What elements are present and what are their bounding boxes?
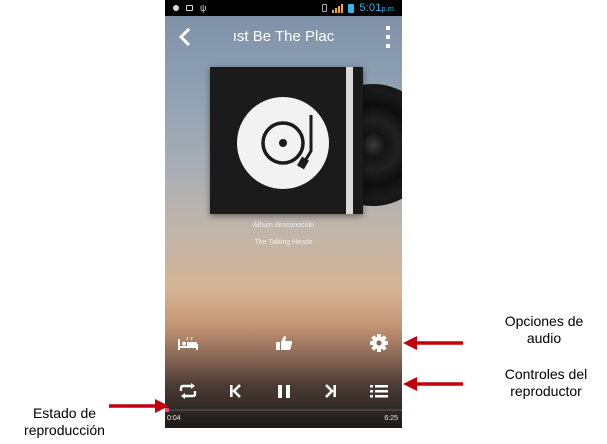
chevron-left-icon (178, 28, 190, 46)
artist-name: The Talking Heads (254, 239, 313, 246)
total-duration: 6:25 (384, 415, 398, 422)
overflow-menu-button[interactable] (384, 26, 392, 48)
status-time: 5:01p.m. (359, 2, 396, 14)
album-cover-edge (346, 67, 353, 214)
playlist-button[interactable] (366, 378, 392, 404)
usb-icon: ψ (200, 2, 207, 13)
status-bar: ψ 5:01p.m. (165, 0, 402, 16)
previous-icon (230, 384, 241, 398)
previous-button[interactable] (222, 378, 248, 404)
audio-options-annotation: Opciones de audio (504, 313, 584, 346)
repeat-icon (179, 383, 197, 399)
image-notification-icon (186, 5, 193, 11)
playback-progress-bar[interactable] (165, 408, 402, 412)
signal-icon (332, 3, 344, 13)
progress-track (165, 409, 402, 411)
sleep-timer-icon: z z (178, 336, 198, 350)
player-controls-arrow-icon (403, 377, 463, 391)
vibrate-icon (322, 4, 328, 12)
svg-text:z z: z z (186, 336, 193, 342)
audio-options-row: z z (165, 330, 402, 356)
sleep-timer-button[interactable]: z z (175, 330, 201, 356)
audio-settings-button[interactable] (366, 330, 392, 356)
phone-screen: ψ 5:01p.m. ıst Be The Plac Álbum descono… (165, 0, 402, 428)
turntable-icon (237, 97, 329, 189)
album-cover (210, 67, 363, 214)
status-system: 5:01p.m. (322, 2, 402, 14)
back-button[interactable] (173, 20, 195, 54)
player-controls-row (165, 378, 402, 404)
overflow-menu-icon (386, 26, 390, 30)
gear-icon (370, 334, 388, 352)
elapsed-time: 0:04 (167, 415, 181, 422)
status-notifications: ψ (165, 2, 207, 13)
player-controls-annotation: Controles del reproductor (504, 366, 588, 399)
player-header: ıst Be The Plac (165, 20, 402, 54)
repeat-button[interactable] (175, 378, 201, 404)
thumbs-up-icon (276, 336, 293, 350)
pause-button[interactable] (271, 378, 297, 404)
notification-dot-icon (173, 5, 179, 11)
next-icon (325, 384, 336, 398)
audio-options-arrow-icon (403, 336, 463, 350)
battery-icon (348, 3, 355, 13)
like-button[interactable] (271, 330, 297, 356)
next-button[interactable] (318, 378, 344, 404)
album-name: Álbum desconocido (252, 222, 315, 229)
pause-icon (278, 385, 290, 398)
song-title: ıst Be The Plac (232, 28, 335, 45)
playback-state-arrow-icon (109, 399, 169, 413)
playlist-icon (370, 385, 388, 398)
